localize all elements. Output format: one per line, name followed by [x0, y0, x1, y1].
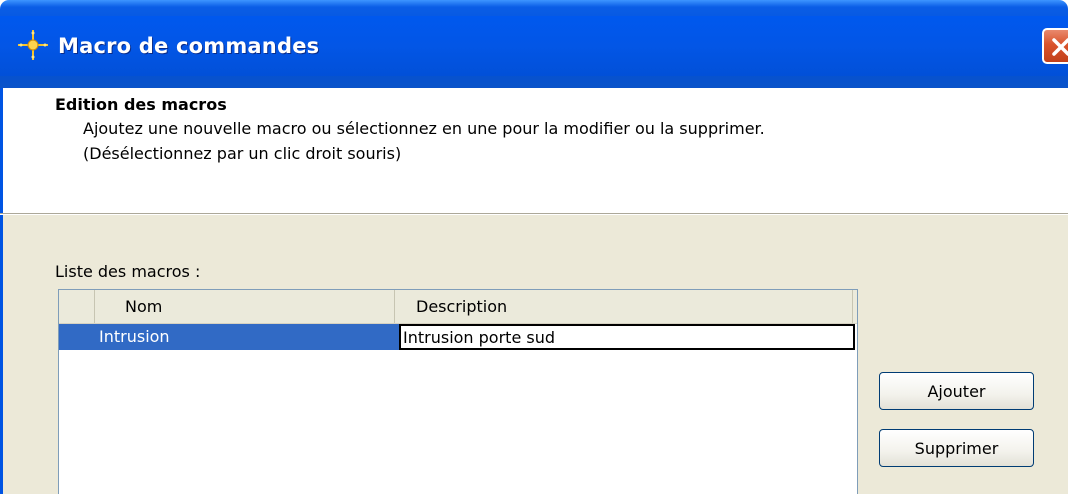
macro-sparkle-icon: [16, 28, 50, 62]
macro-dialog-window: Macro de commandes Edition des macros Aj…: [0, 0, 1068, 494]
section-title: Edition des macros: [55, 95, 227, 114]
macro-list[interactable]: Nom Description Intrusion Intrusion port…: [58, 289, 858, 494]
section-description: Ajoutez une nouvelle macro ou sélectionn…: [83, 119, 765, 138]
header-panel: Edition des macros Ajoutez une nouvelle …: [0, 88, 1068, 213]
header-spacer: [59, 290, 95, 323]
body-panel: Liste des macros : Nom Description Intru…: [0, 215, 1068, 494]
close-button[interactable]: [1042, 28, 1068, 64]
column-header-description[interactable]: Description: [395, 290, 853, 323]
add-button[interactable]: Ajouter: [879, 372, 1034, 410]
window-title: Macro de commandes: [58, 34, 320, 58]
title-bar[interactable]: Macro de commandes: [0, 0, 1068, 88]
column-header-nom[interactable]: Nom: [95, 290, 395, 323]
list-header: Nom Description: [59, 290, 857, 324]
delete-button[interactable]: Supprimer: [879, 429, 1034, 467]
macro-list-label: Liste des macros :: [55, 262, 201, 281]
close-icon: [1052, 38, 1068, 56]
row-cell-nom[interactable]: Intrusion: [59, 324, 399, 350]
section-hint: (Désélectionnez par un clic droit souris…: [83, 144, 402, 163]
row-cell-description-editor[interactable]: Intrusion porte sud: [399, 324, 855, 350]
table-row[interactable]: Intrusion Intrusion porte sud: [59, 324, 857, 350]
